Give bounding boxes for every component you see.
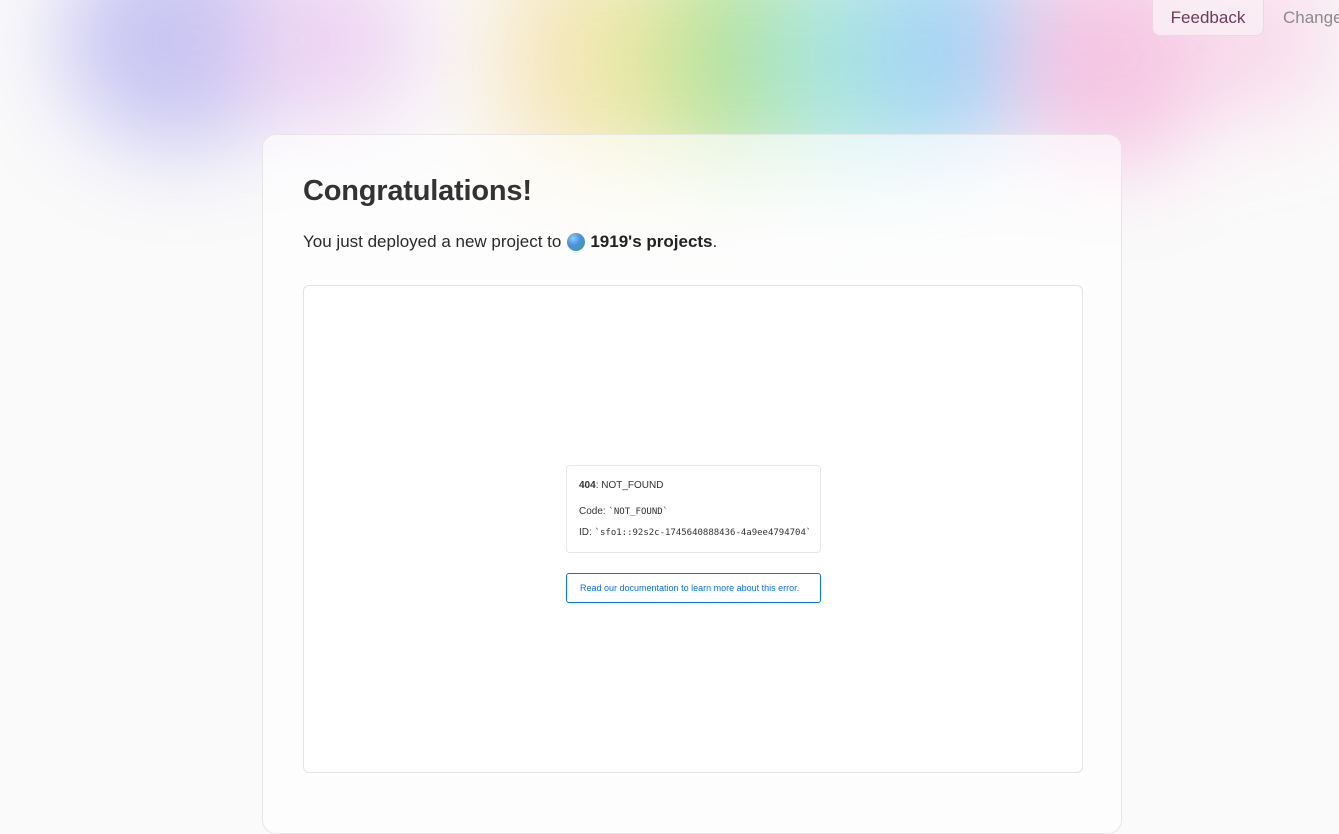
error-code-value: `NOT_FOUND` bbox=[608, 507, 669, 517]
error-name: NOT_FOUND bbox=[601, 480, 664, 491]
top-nav: Feedback Changelog bbox=[1152, 0, 1339, 36]
error-code-line: Code: `NOT_FOUND` bbox=[579, 506, 668, 517]
documentation-link[interactable]: Read our documentation to learn more abo… bbox=[566, 573, 821, 603]
error-id-line: ID: `sfo1::92s2c-1745640888436-4a9ee4794… bbox=[579, 527, 811, 538]
error-id-value: `sfo1::92s2c-1745640888436-4a9ee4794704` bbox=[594, 528, 812, 538]
deployment-preview-frame[interactable]: 404: NOT_FOUND Code: `NOT_FOUND` ID: `sf… bbox=[303, 285, 1083, 773]
team-avatar-icon bbox=[567, 233, 586, 251]
page-title: Congratulations! bbox=[303, 175, 532, 207]
subtitle-prefix: You just deployed a new project to bbox=[303, 232, 562, 251]
changelog-link[interactable]: Changelog bbox=[1283, 8, 1339, 28]
error-details-box: 404: NOT_FOUND Code: `NOT_FOUND` ID: `sf… bbox=[566, 465, 821, 553]
deployment-card: Congratulations! You just deployed a new… bbox=[262, 134, 1122, 834]
team-name-link[interactable]: 1919's projects bbox=[590, 232, 712, 252]
error-status-code: 404 bbox=[579, 480, 596, 491]
subtitle-suffix: . bbox=[712, 232, 718, 251]
feedback-button[interactable]: Feedback bbox=[1152, 0, 1264, 36]
error-heading: 404: NOT_FOUND bbox=[579, 480, 663, 491]
deployment-subtitle: You just deployed a new project to 1919'… bbox=[303, 232, 717, 252]
error-id-label: ID: bbox=[579, 527, 595, 538]
error-code-label: Code: bbox=[579, 506, 609, 517]
